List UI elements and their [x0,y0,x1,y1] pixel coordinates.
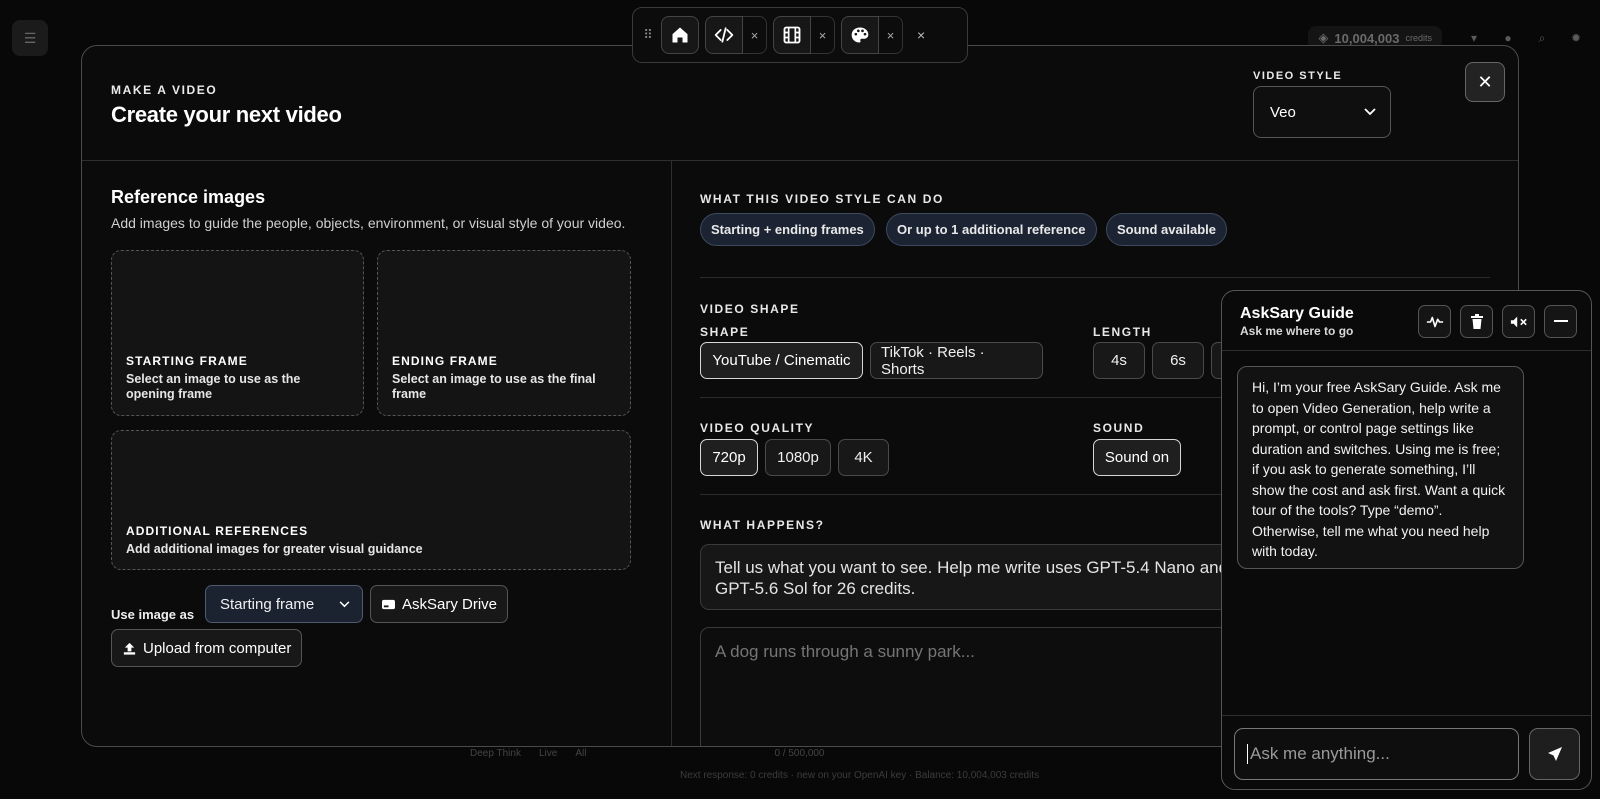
video-button[interactable] [773,16,811,54]
footer-item[interactable]: All [575,748,586,759]
additional-references-desc: Add additional images for greater visual… [126,542,423,556]
guide-footer: Ask me anything... [1222,715,1591,789]
reference-title: Reference images [111,187,266,207]
shape-label: SHAPE [700,325,750,339]
close-code-icon[interactable]: × [743,16,767,54]
upload-from-computer-button[interactable]: Upload from computer [111,629,303,667]
what-happens-label: WHAT HAPPENS? [700,518,825,532]
home-icon [672,27,688,43]
video-quality-label: VIDEO QUALITY [700,421,815,435]
use-image-as-select[interactable]: Starting frame [205,585,363,623]
close-modal-button[interactable]: ✕ [1465,62,1505,102]
ending-frame-desc: Select an image to use as the final fram… [392,372,596,401]
quality-option-720p[interactable]: 720p [700,439,758,476]
additional-references-heading: ADDITIONAL REFERENCES [126,524,309,538]
code-tab[interactable]: × [705,16,767,54]
video-tab[interactable]: × [773,16,835,54]
settings-icon[interactable]: ✹ [1564,26,1588,50]
text-caret [1247,744,1248,764]
sound-toggle[interactable]: Sound on [1093,439,1181,476]
minimize-button[interactable] [1544,305,1577,338]
capability-pill: Starting + ending frames [700,213,875,246]
code-button[interactable] [705,16,743,54]
drive-icon [382,599,395,609]
chevron-down-icon [1364,108,1376,116]
quality-option-4k[interactable]: 4K [838,439,889,476]
asksary-drive-button[interactable]: AskSary Drive [370,585,509,623]
ending-frame-dropzone[interactable]: ENDING FRAME Select an image to use as t… [377,250,631,416]
capability-pill: Sound available [1106,213,1227,246]
sound-label: SOUND [1093,421,1145,435]
design-button[interactable] [841,16,879,54]
starting-frame-dropzone[interactable]: STARTING FRAME Select an image to use as… [111,250,364,416]
guide-actions [1418,305,1577,338]
credits-value: 10,004,003 [1334,30,1400,46]
upload-label: Upload from computer [143,639,292,657]
modal-header: MAKE A VIDEO Create your next video VIDE… [82,46,1518,161]
quality-option-1080p[interactable]: 1080p [765,439,831,476]
reference-subtitle: Add images to guide the people, objects,… [111,215,626,231]
send-icon [1547,747,1562,761]
guide-header: AskSary Guide Ask me where to go [1222,291,1591,351]
credits-icon: ◈ [1318,30,1329,45]
footer-item[interactable]: Live [539,748,557,759]
close-icon: ✕ [1477,71,1493,92]
guide-title: AskSary Guide [1240,305,1354,322]
guide-input-placeholder: Ask me anything... [1250,744,1390,763]
video-style-value: Veo [1270,103,1296,121]
modal-title: Create your next video [111,102,342,127]
use-image-as-value: Starting frame [220,595,315,613]
close-design-icon[interactable]: × [879,16,903,54]
footer-item[interactable]: Deep Think [470,748,521,759]
starting-frame-heading: STARTING FRAME [126,354,248,368]
column-divider [671,161,672,746]
video-shape-label: VIDEO SHAPE [700,302,800,316]
starting-frame-desc: Select an image to use as the opening fr… [126,372,301,401]
clear-chat-button[interactable] [1460,305,1493,338]
grip-dots-icon[interactable]: ⠿ [641,27,655,43]
close-video-icon[interactable]: × [811,16,835,54]
chevron-down-icon [339,600,350,607]
mute-button[interactable] [1502,305,1535,338]
upload-icon [123,642,136,655]
asksary-guide-panel: AskSary Guide Ask me where to go Hi, I’m… [1221,290,1592,790]
length-label: LENGTH [1093,325,1152,339]
capability-pill: Or up to 1 additional reference [886,213,1097,246]
code-icon [714,27,734,43]
pulse-icon [1426,316,1443,327]
send-button[interactable] [1529,728,1580,780]
home-button[interactable] [661,16,699,54]
shape-option-youtube[interactable]: YouTube / Cinematic [700,342,863,379]
footer-item: 0 / 500,000 [774,748,825,759]
composer-footer: Deep Think Live All 0 / 500,000 [470,748,825,759]
palette-icon [851,27,869,43]
asksary-drive-label: AskSary Drive [402,595,498,613]
length-option-4s[interactable]: 4s [1093,342,1145,379]
search-icon[interactable]: ⌕ [1530,26,1554,50]
menu-icon[interactable]: ☰ [12,20,48,56]
section-divider [700,277,1490,278]
pulse-button[interactable] [1418,305,1451,338]
top-toolbar: ⠿ × × × × [632,7,968,63]
shape-option-tiktok[interactable]: TikTok · Reels · Shorts [870,342,1043,379]
capabilities-label: WHAT THIS VIDEO STYLE CAN DO [700,192,944,206]
ending-frame-heading: ENDING FRAME [392,354,498,368]
close-all-icon[interactable]: × [917,27,925,43]
use-image-as-label: Use image as [111,607,195,622]
guide-message: Hi, I’m your free AskSary Guide. Ask me … [1237,366,1524,569]
film-icon [783,26,801,44]
credits-unit: credits [1405,33,1432,43]
guide-subtitle: Ask me where to go [1240,324,1354,338]
video-style-select[interactable]: Veo [1253,86,1391,138]
mute-icon [1510,316,1527,327]
modal-eyebrow: MAKE A VIDEO [111,83,218,97]
minimize-icon [1553,320,1568,322]
design-tab[interactable]: × [841,16,903,54]
guide-input[interactable]: Ask me anything... [1234,728,1519,780]
length-option-6s[interactable]: 6s [1152,342,1204,379]
trash-icon [1470,313,1483,329]
video-style-label: VIDEO STYLE [1253,70,1343,82]
additional-references-dropzone[interactable]: ADDITIONAL REFERENCES Add additional ima… [111,430,631,570]
footer-note: Next response: 0 credits · new on your O… [680,770,1040,781]
